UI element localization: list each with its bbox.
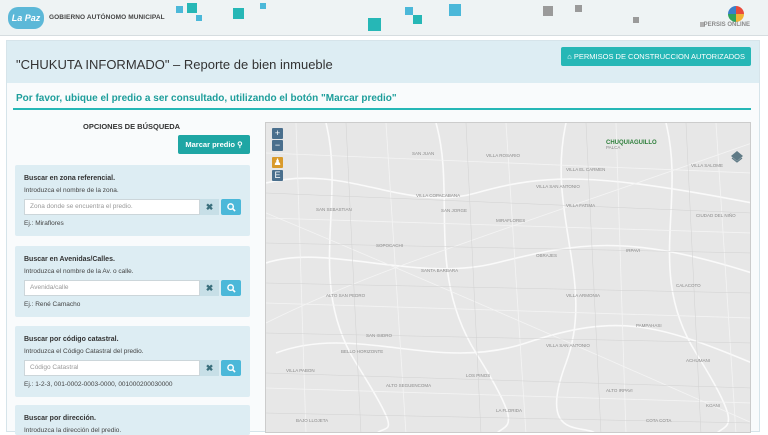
- map-place: SOPOCACHI: [376, 243, 404, 248]
- decor-square: [633, 17, 639, 23]
- map-place: OBRAJES: [536, 253, 558, 258]
- map-place: ALTO SEGUENCOMA: [386, 383, 432, 388]
- map-place: ALTO IRPAVI: [606, 388, 633, 393]
- zone-input[interactable]: Zona donde se encuentra el predio.: [24, 199, 200, 215]
- city-map[interactable]: + − ♟ E CHUQUIAGUILLO PALCA VILLA ROSARI…: [265, 122, 751, 433]
- map-place: LOS PINOS: [466, 373, 491, 378]
- map-place: SAN JUAN: [412, 151, 435, 156]
- extra-map-button[interactable]: E: [272, 170, 283, 181]
- map-place: SAN JORGE: [441, 208, 468, 213]
- map-place: VILLA COPACABANA: [416, 193, 461, 198]
- la-paz-logo[interactable]: La Paz: [8, 7, 44, 29]
- search-catastral-card: Buscar por código catastral. Introduzca …: [15, 326, 250, 397]
- card-example: Ej.: 1-2-3, 001-0002-0003-0000, 00100020…: [24, 381, 173, 388]
- zoom-in-button[interactable]: +: [272, 128, 283, 139]
- brand-text: PERSIS ONLINE: [703, 22, 750, 28]
- decor-square: [233, 8, 244, 19]
- map-place: VILLA SALOME: [691, 163, 724, 168]
- map-place: CIUDAD DEL NIÑO: [696, 213, 736, 218]
- map-place: KOANI: [706, 403, 721, 408]
- decor-square: [543, 6, 553, 16]
- decor-square: [368, 18, 381, 31]
- permisos-button[interactable]: ⌂ PERMISOS DE CONSTRUCCION AUTORIZADOS: [561, 47, 751, 66]
- decor-square: [575, 5, 582, 12]
- street-input[interactable]: Avenida/calle: [24, 280, 200, 296]
- map-place: SAN SEBASTIAN: [316, 207, 352, 212]
- search-icon: [226, 203, 236, 212]
- decor-square: [176, 6, 183, 13]
- map-place: VILLA PABON: [286, 368, 315, 373]
- org-name: GOBIERNO AUTÓNOMO MUNICIPAL: [49, 14, 165, 21]
- search-button[interactable]: [221, 199, 241, 215]
- home-icon: ⌂: [567, 52, 574, 61]
- card-title: Buscar en zona referencial.: [24, 175, 116, 182]
- search-address-card: Buscar por dirección. Introduzca la dire…: [15, 405, 250, 435]
- card-subtitle: Introduzca la dirección del predio.: [24, 427, 122, 434]
- clear-icon[interactable]: ✖: [200, 360, 219, 376]
- decor-square: [449, 4, 461, 16]
- permisos-label: PERMISOS DE CONSTRUCCION AUTORIZADOS: [573, 52, 745, 61]
- card-subtitle: Introduzca el nombre de la Av. o calle.: [24, 268, 134, 275]
- layers-icon[interactable]: [730, 150, 744, 164]
- map-place: BAJO LLOJETA: [296, 418, 329, 423]
- map-place: VILLA SAN ANTONIO: [536, 184, 580, 189]
- catastral-input[interactable]: Código Catastral: [24, 360, 200, 376]
- map-place: MIRAFLORES: [496, 218, 526, 223]
- report-panel: "CHUKUTA INFORMADO" – Reporte de bien in…: [6, 40, 760, 435]
- map-place: COTA COTA: [646, 418, 672, 423]
- search-zone-card: Buscar en zona referencial. Introduzca e…: [15, 165, 250, 236]
- search-icon: [226, 364, 236, 373]
- map-place: VILLA FATIMA: [566, 203, 596, 208]
- search-button[interactable]: [221, 360, 241, 376]
- marcar-label: Marcar predio: [185, 140, 235, 149]
- map-place: LA FLORIDA: [496, 408, 523, 413]
- brand-circle-icon: [728, 6, 744, 22]
- map-place: SAN ISIDRO: [366, 333, 393, 338]
- map-place: PALCA: [606, 145, 621, 150]
- search-icon: [226, 284, 236, 293]
- map-place: ACHUMANI: [686, 358, 711, 363]
- card-example: Ej.: Miraflores: [24, 220, 64, 227]
- brand-logo: PERSIS ONLINE: [704, 6, 750, 32]
- map-streets: [266, 123, 750, 432]
- card-subtitle: Introduzca el nombre de la zona.: [24, 187, 119, 194]
- map-place: VILLA EL CARMEN: [566, 167, 606, 172]
- map-place: VILLA SAN ANTONIO: [546, 343, 590, 348]
- page-title: "CHUKUTA INFORMADO" – Reporte de bien in…: [16, 57, 333, 72]
- panel-header: "CHUKUTA INFORMADO" – Reporte de bien in…: [7, 41, 759, 83]
- divider: [13, 108, 751, 110]
- layers-svg: [731, 151, 743, 163]
- map-marker-icon: ⚲: [237, 140, 243, 149]
- search-street-card: Buscar en Avenidas/Calles. Introduzca el…: [15, 246, 250, 317]
- map-place: PAMPAHASI: [636, 323, 662, 328]
- options-title: OPCIONES DE BÚSQUEDA: [83, 122, 181, 131]
- card-title: Buscar por dirección.: [24, 415, 96, 422]
- card-title: Buscar en Avenidas/Calles.: [24, 256, 115, 263]
- map-place: VILLA ROSARIO: [486, 153, 521, 158]
- zoom-out-button[interactable]: −: [272, 140, 283, 151]
- clear-icon[interactable]: ✖: [200, 199, 219, 215]
- decor-square: [405, 7, 413, 15]
- card-title: Buscar por código catastral.: [24, 336, 119, 343]
- search-button[interactable]: [221, 280, 241, 296]
- map-place: ALTO SAN PEDRO: [326, 293, 366, 298]
- map-place: BELLO HORIZONTE: [341, 349, 384, 354]
- map-place: CALACOTO: [676, 283, 701, 288]
- card-example: Ej.: René Camacho: [24, 301, 81, 308]
- map-place: VILLA ARMONIA: [566, 293, 601, 298]
- instruction-text: Por favor, ubique el predio a ser consul…: [16, 93, 397, 104]
- map-place: IRPAVI: [626, 248, 641, 253]
- clear-icon[interactable]: ✖: [200, 280, 219, 296]
- pegman-icon[interactable]: ♟: [272, 157, 283, 168]
- card-subtitle: Introduzca el Código Catastral del predi…: [24, 348, 144, 355]
- decor-square: [196, 15, 202, 21]
- marcar-predio-button[interactable]: Marcar predio ⚲: [178, 135, 250, 154]
- map-place: SANTA BARBARA: [421, 268, 459, 273]
- decor-square: [413, 15, 422, 24]
- decor-square: [187, 3, 197, 13]
- top-banner: La Paz GOBIERNO AUTÓNOMO MUNICIPAL PERSI…: [0, 0, 768, 36]
- decor-square: [260, 3, 266, 9]
